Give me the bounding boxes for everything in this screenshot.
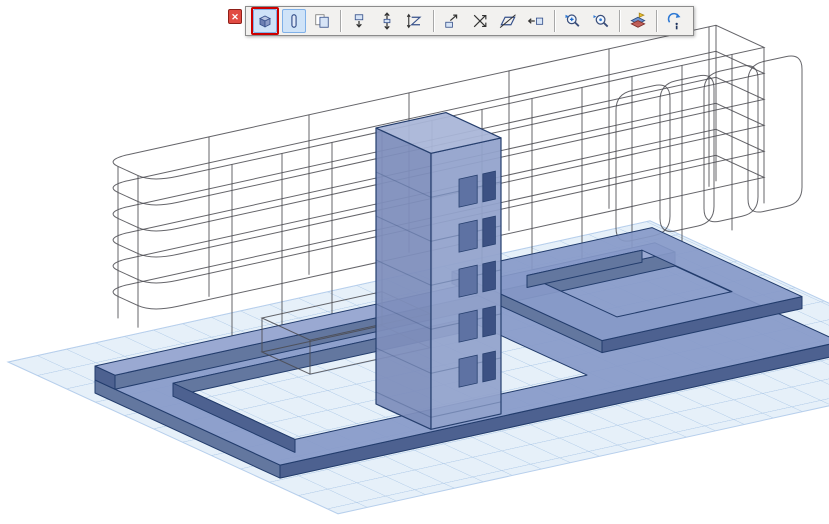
toolbar-separator [340, 10, 341, 32]
toolbar-button-multiply-elements[interactable] [468, 9, 492, 33]
toolbar-separator [619, 10, 620, 32]
toolbar-separator [554, 10, 555, 32]
edit-toolbar [245, 6, 694, 36]
toolbar-button-elevate-element[interactable] [440, 9, 464, 33]
toolbar-button-quick-info[interactable] [663, 9, 687, 33]
show-selection-icon [255, 11, 275, 31]
annotation-highlight [251, 7, 279, 35]
multiply-elements-icon [470, 11, 490, 31]
3d-viewport[interactable] [0, 0, 829, 519]
toolbar-button-tilt-element[interactable] [496, 9, 520, 33]
offset-element-icon [526, 11, 546, 31]
toolbar-button-vertical-element[interactable] [282, 9, 306, 33]
drop-to-story-icon [349, 11, 369, 31]
zoom-extents-icon [591, 11, 611, 31]
floating-toolbar: ✕ [228, 6, 694, 36]
elevate-element-icon [442, 11, 462, 31]
toolbar-button-zoom-in[interactable] [561, 9, 585, 33]
toolbar-button-show-selection[interactable] [253, 9, 277, 33]
stretch-height-icon [405, 11, 425, 31]
move-vertically-icon [377, 11, 397, 31]
3d-view-canvas[interactable] [0, 0, 829, 519]
tilt-element-icon [498, 11, 518, 31]
toolbar-separator [433, 10, 434, 32]
toolbar-button-offset-element[interactable] [524, 9, 548, 33]
vertical-element-icon [284, 11, 304, 31]
toolbar-button-zoom-extents[interactable] [589, 9, 613, 33]
cutaway-3d-icon [628, 11, 648, 31]
copy-elements-icon [312, 11, 332, 31]
toolbar-button-stretch-height[interactable] [403, 9, 427, 33]
toolbar-button-cutaway-3d[interactable] [626, 9, 650, 33]
toolbar-button-move-vertically[interactable] [375, 9, 399, 33]
selected-tower[interactable] [376, 113, 501, 430]
toolbar-separator [656, 10, 657, 32]
toolbar-button-copy-elements[interactable] [310, 9, 334, 33]
toolbar-button-drop-to-story[interactable] [347, 9, 371, 33]
quick-info-icon [665, 11, 685, 31]
zoom-in-icon [563, 11, 583, 31]
toolbar-close-button[interactable]: ✕ [228, 9, 242, 24]
